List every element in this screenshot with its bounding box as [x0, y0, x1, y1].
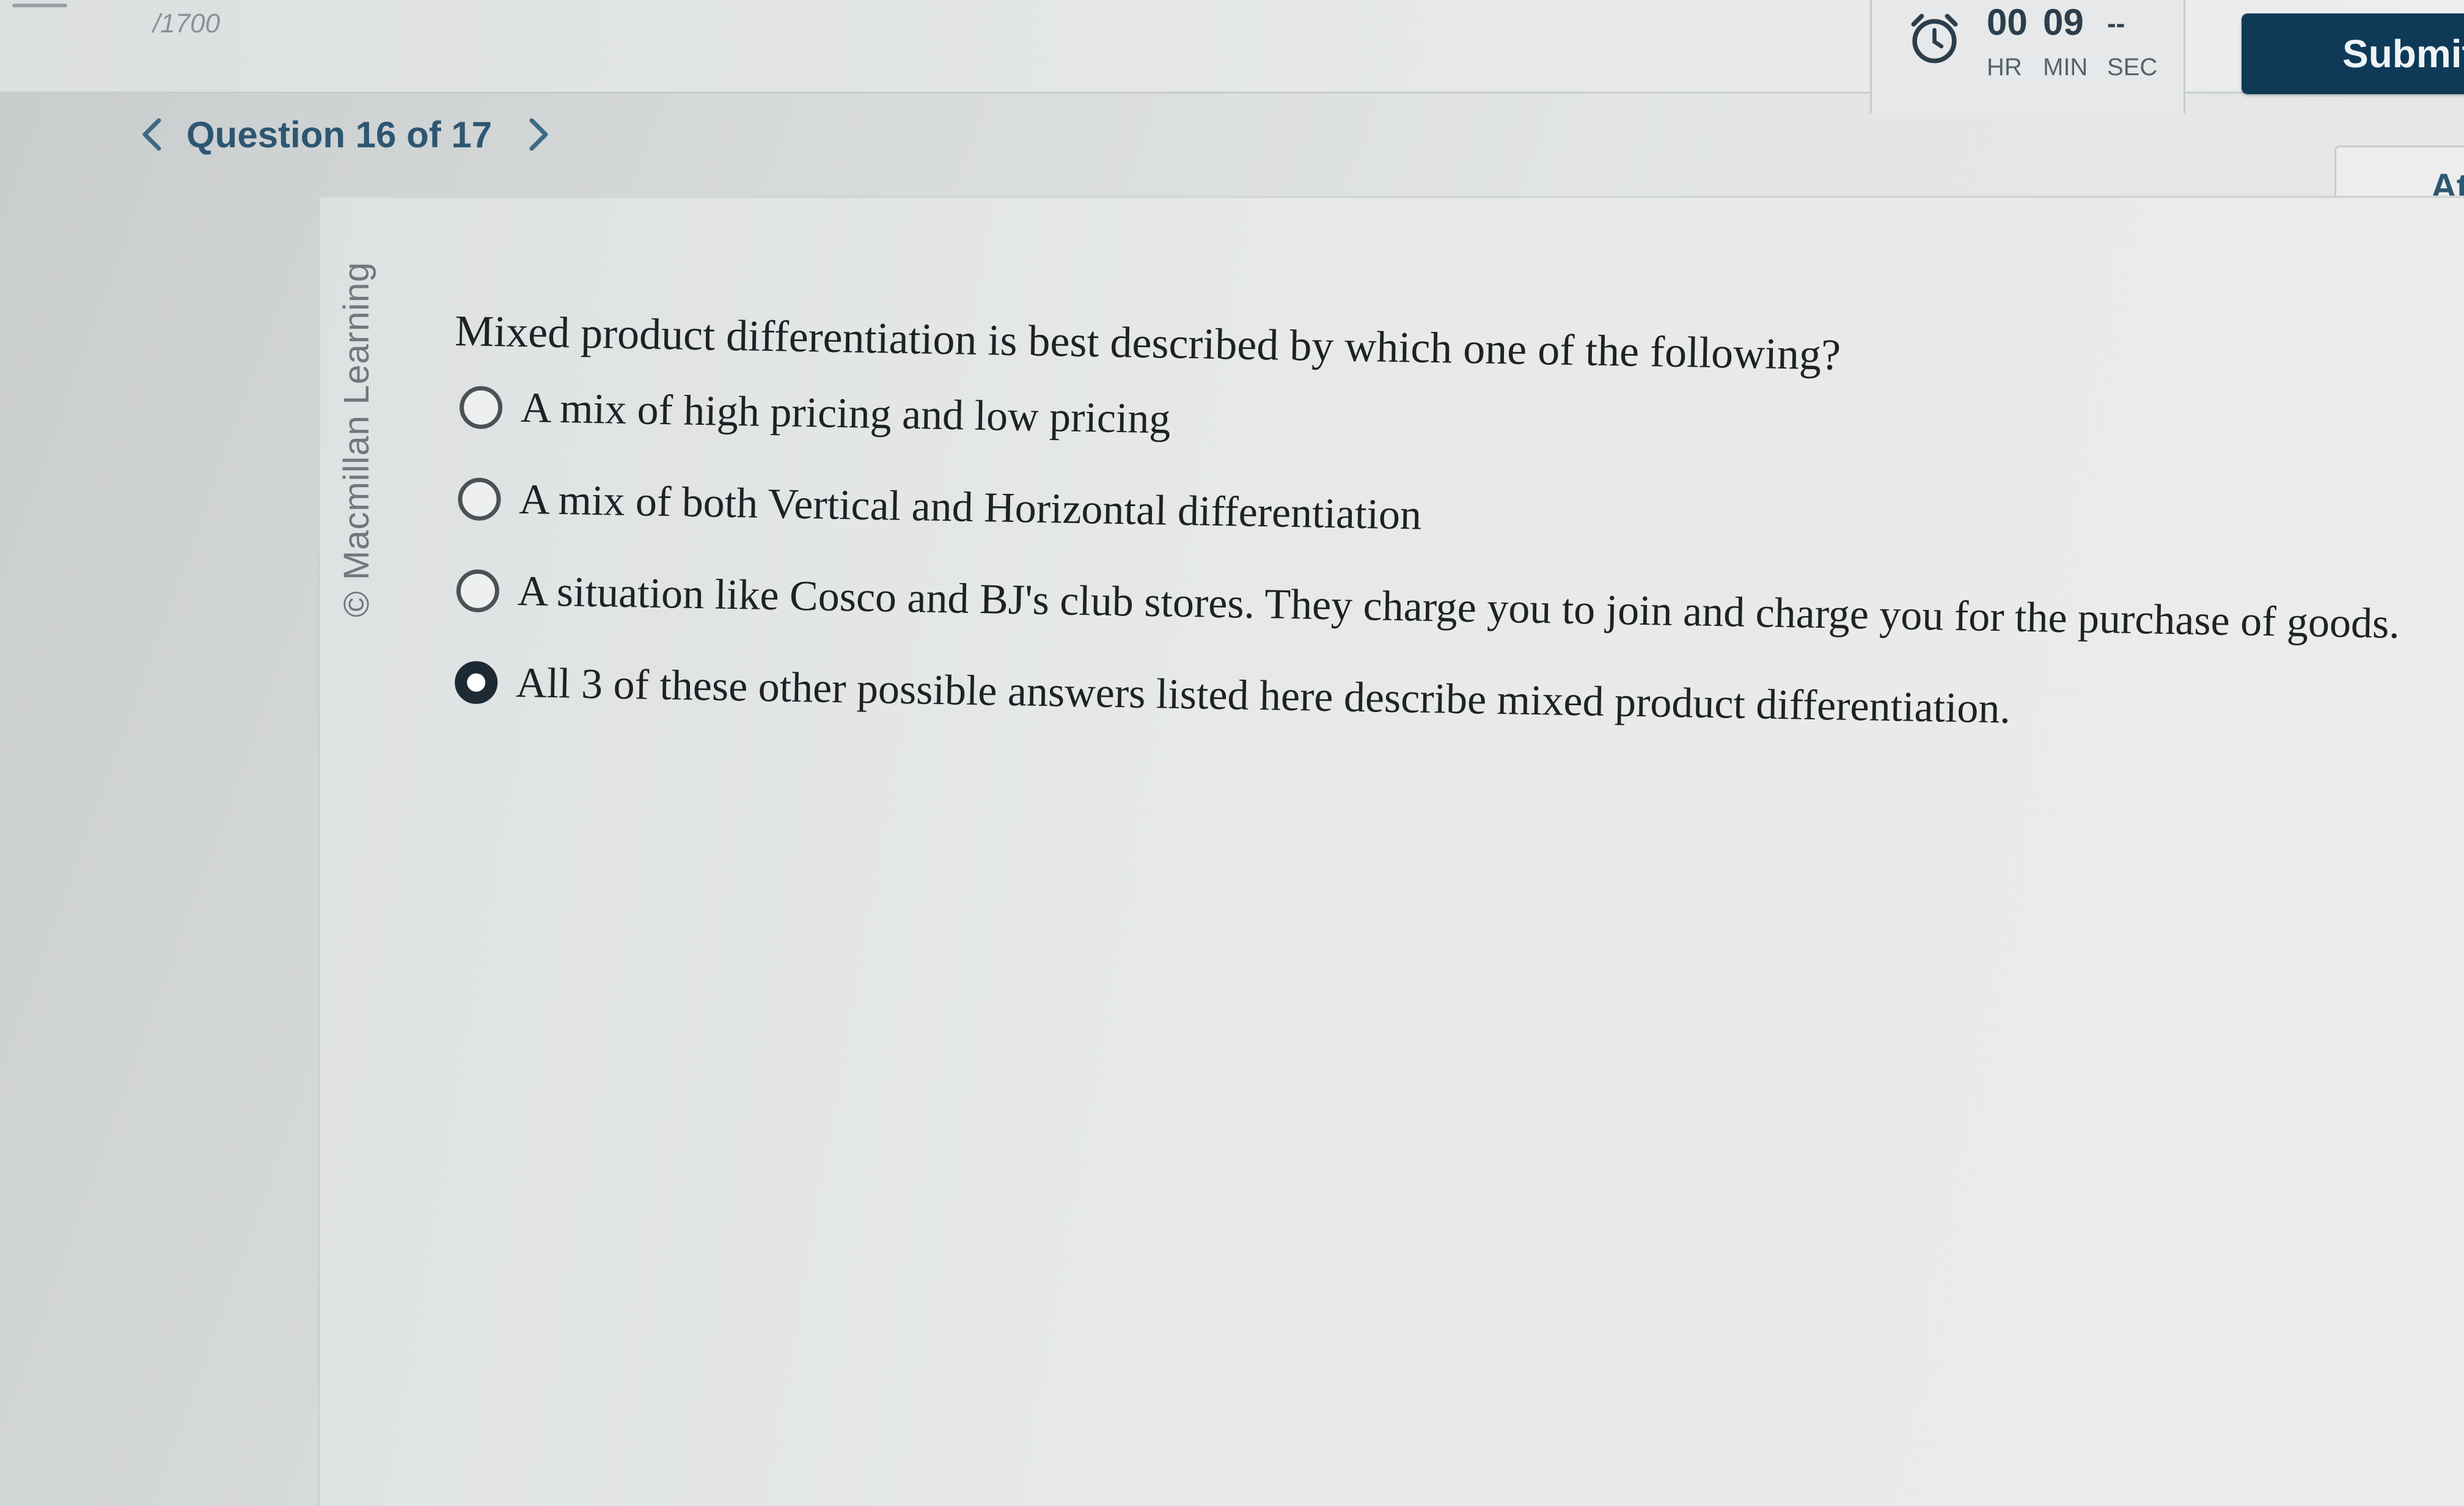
question-navigation: Question 16 of 17: [131, 107, 559, 162]
timer-hours: 00: [1987, 2, 2028, 43]
alarm-clock-icon: [1911, 13, 1958, 64]
answer-label: A situation like Cosco and BJ's club sto…: [517, 567, 2400, 648]
submit-button[interactable]: Submit: [2242, 13, 2464, 94]
radio-button-selected[interactable]: [454, 661, 498, 705]
menu-handle[interactable]: [12, 4, 67, 7]
question-area: Mixed product differentiation is best de…: [448, 306, 2441, 763]
answer-label: A mix of both Vertical and Horizontal di…: [518, 476, 1422, 539]
timer-hours-label: HR: [1987, 54, 2022, 81]
radio-button[interactable]: [459, 386, 503, 430]
top-bar: /1700 00 09 -- HR MIN SEC Submit: [0, 0, 2464, 113]
timer: 00 09 -- HR MIN SEC: [1870, 0, 2185, 113]
timer-seconds-label: SEC: [2107, 54, 2158, 81]
copyright-watermark: © Macmillan Learning: [337, 262, 376, 617]
answer-label: All 3 of these other possible answers li…: [515, 659, 2011, 733]
radio-button[interactable]: [457, 477, 502, 521]
chevron-left-icon[interactable]: [131, 107, 174, 162]
timer-minutes: 09: [2043, 2, 2084, 43]
screen: /1700 00 09 -- HR MIN SEC Submit Questio…: [0, 0, 2464, 1506]
timer-seconds: --: [2107, 9, 2125, 39]
score-display: /1700: [153, 9, 221, 39]
timer-minutes-label: MIN: [2043, 54, 2088, 81]
chevron-right-icon[interactable]: [516, 107, 559, 162]
answer-label: A mix of high pricing and low pricing: [520, 384, 1172, 443]
question-counter: Question 16 of 17: [186, 114, 493, 155]
radio-button[interactable]: [456, 569, 500, 613]
